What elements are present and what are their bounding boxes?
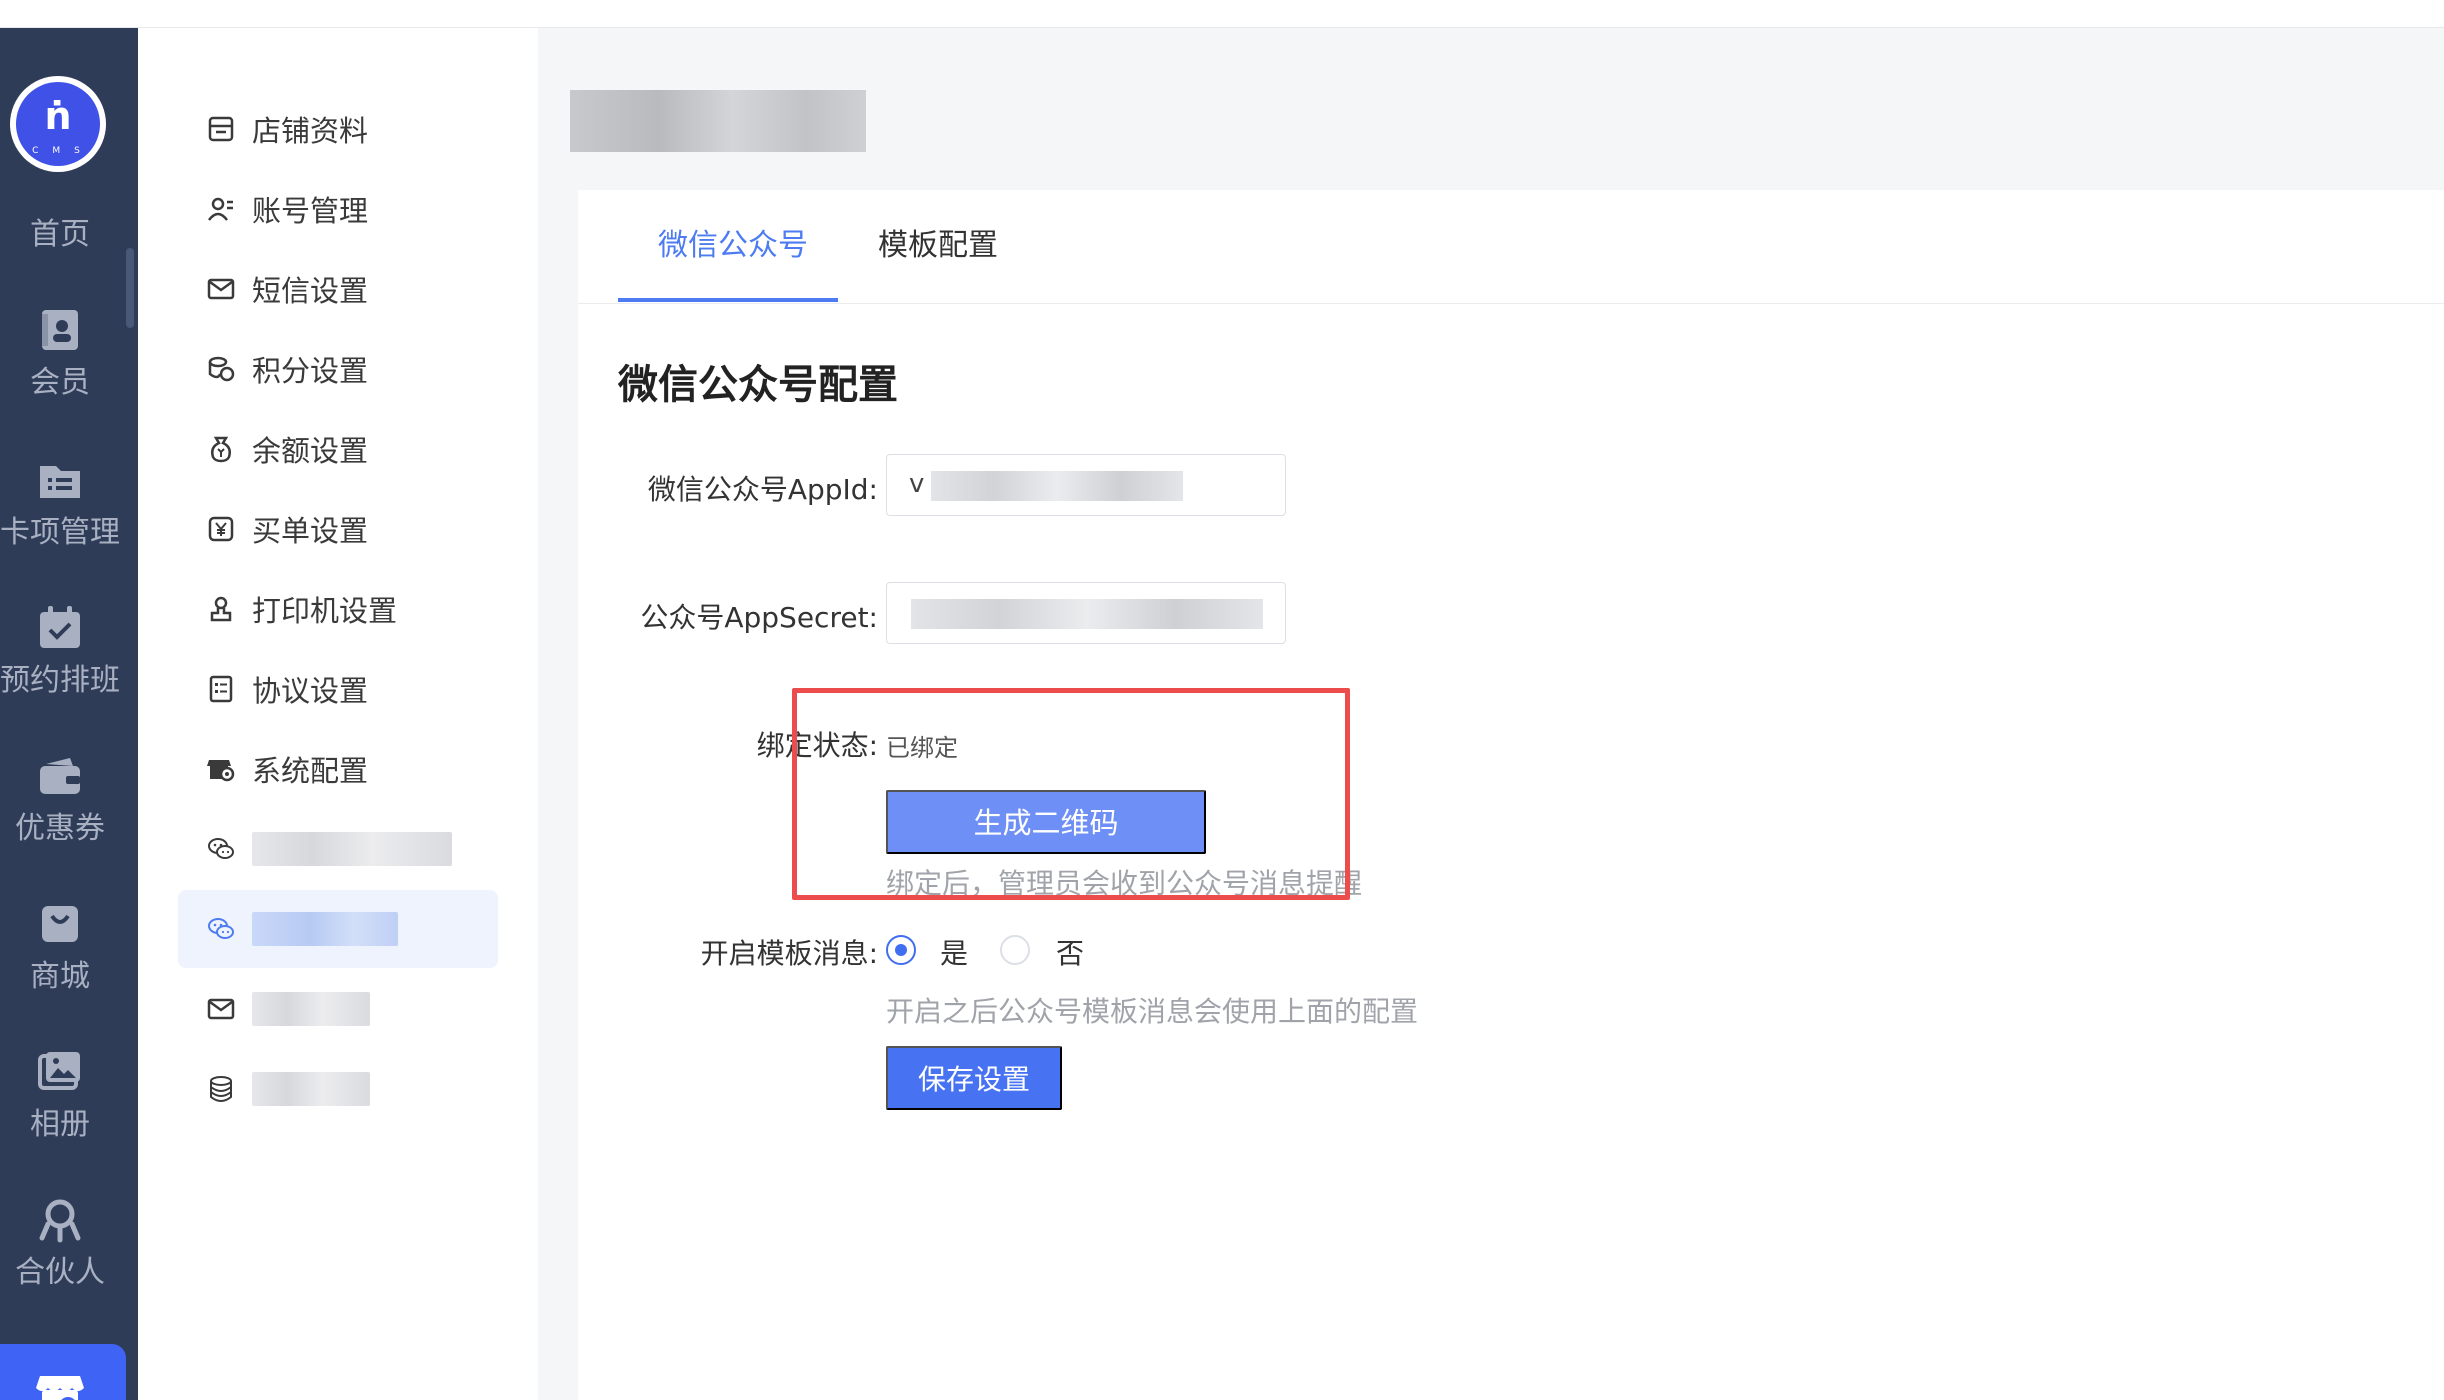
menu-label: 店铺资料 (252, 114, 369, 148)
partner-icon (39, 1199, 81, 1243)
menu-label: 打印机设置 (252, 594, 398, 628)
logo-badge: ṅ CMS (16, 82, 100, 166)
redacted-page-header (570, 90, 866, 152)
account-icon (208, 197, 233, 221)
store-icon (208, 116, 234, 142)
menu-item-sms[interactable]: 短信设置 (178, 260, 498, 318)
points-icon (208, 356, 235, 382)
main-nav: ṅ CMS 首页 会员 卡项管理 预约排班 优惠券 商城 相册 合伙人 (0, 28, 138, 1400)
tab-wechat-official[interactable]: 微信公众号 (658, 226, 808, 266)
nav-label: 优惠券 (15, 811, 105, 846)
calendar-check-icon (40, 606, 80, 648)
menu-item-points[interactable]: 积分设置 (178, 340, 498, 398)
menu-item-database-redacted[interactable] (178, 1060, 498, 1118)
browser-top-bar (0, 0, 2444, 28)
logo-mark: ṅ (44, 94, 72, 138)
redacted-label (252, 912, 398, 946)
settings-menu: 店铺资料 账号管理 短信设置 积分设置 余额设置 买单设置 打印机设置 协议设置… (138, 28, 538, 1400)
menu-label: 协议设置 (252, 674, 369, 708)
nav-item-booking[interactable]: 预约排班 (0, 602, 120, 698)
bind-status-value: 已绑定 (886, 734, 958, 762)
tab-template-config[interactable]: 模板配置 (878, 226, 998, 266)
nav-label: 首页 (30, 217, 90, 252)
menu-item-agreement[interactable]: 协议设置 (178, 660, 498, 718)
menu-item-wechat-official-active[interactable] (178, 890, 498, 968)
appid-value: v (909, 469, 925, 499)
wechat-icon (208, 838, 234, 859)
store-settings-icon (36, 1376, 84, 1400)
redacted-value (911, 599, 1263, 629)
menu-item-mail-redacted[interactable] (178, 980, 498, 1038)
menu-label: 短信设置 (252, 274, 369, 308)
shopping-bag-icon (42, 906, 78, 942)
nav-item-store-settings[interactable] (0, 1344, 126, 1400)
redacted-label (252, 992, 370, 1026)
menu-item-wechat-redacted[interactable] (178, 820, 498, 878)
appsecret-input[interactable] (886, 582, 1286, 644)
nav-label: 卡项管理 (0, 515, 120, 550)
agreement-icon (209, 675, 233, 703)
radio-yes[interactable] (886, 935, 916, 965)
member-icon (42, 310, 78, 350)
nav-label: 合伙人 (15, 1255, 105, 1290)
nav-scrollbar[interactable] (126, 248, 134, 328)
menu-item-store-info[interactable]: 店铺资料 (178, 100, 498, 158)
nav-item-partner[interactable]: 合伙人 (0, 1194, 120, 1290)
template-message-label: 开启模板消息: (700, 937, 878, 970)
menu-item-account[interactable]: 账号管理 (178, 180, 498, 238)
tab-active-indicator (618, 298, 838, 302)
redacted-value (931, 471, 1183, 501)
balance-icon (211, 436, 231, 463)
nav-item-member[interactable]: 会员 (0, 304, 120, 400)
save-settings-button[interactable]: 保存设置 (886, 1046, 1062, 1110)
nav-label: 商城 (30, 959, 90, 994)
appid-label: 微信公众号AppId: (647, 473, 878, 506)
menu-item-checkout[interactable]: 买单设置 (178, 500, 498, 558)
gallery-icon (38, 1052, 80, 1090)
redacted-label (252, 832, 452, 866)
radio-yes-label[interactable]: 是 (940, 932, 968, 972)
printer-icon (210, 596, 232, 622)
logo-sub: CMS (32, 146, 94, 156)
menu-label: 积分设置 (252, 354, 369, 388)
appid-input[interactable]: v (886, 454, 1286, 516)
template-hint: 开启之后公众号模板消息会使用上面的配置 (886, 995, 1419, 1028)
bind-status-label: 绑定状态: (756, 729, 878, 762)
nav-item-coupon[interactable]: 优惠券 (0, 750, 120, 846)
generate-qrcode-button[interactable]: 生成二维码 (886, 790, 1206, 854)
nav-item-home[interactable]: 首页 (0, 218, 120, 252)
bind-hint: 绑定后，管理员会收到公众号消息提醒 (886, 867, 1363, 900)
wechat-icon (208, 918, 234, 939)
coupon-wallet-icon (40, 758, 80, 794)
radio-no-label[interactable]: 否 (1056, 932, 1084, 972)
appsecret-label: 公众号AppSecret: (640, 601, 878, 634)
menu-label: 系统配置 (252, 754, 369, 788)
content-card: 微信公众号 模板配置 微信公众号配置 微信公众号AppId: v 公众号AppS… (578, 190, 2444, 1400)
database-icon (210, 1076, 232, 1102)
menu-label: 余额设置 (252, 434, 369, 468)
yen-icon (208, 516, 234, 542)
card-folder-icon (40, 466, 80, 498)
app-logo[interactable]: ṅ CMS (10, 76, 106, 172)
nav-item-gallery[interactable]: 相册 (0, 1046, 120, 1142)
nav-label: 预约排班 (0, 663, 120, 698)
mail-icon (207, 278, 235, 300)
radio-no[interactable] (1000, 935, 1030, 965)
menu-item-balance[interactable]: 余额设置 (178, 420, 498, 478)
mail-icon (207, 998, 235, 1020)
nav-item-cards[interactable]: 卡项管理 (0, 454, 120, 550)
menu-label: 买单设置 (252, 514, 369, 548)
section-title: 微信公众号配置 (618, 362, 898, 408)
nav-item-mall[interactable]: 商城 (0, 898, 120, 994)
nav-label: 相册 (30, 1107, 90, 1142)
menu-item-system[interactable]: 系统配置 (178, 740, 498, 798)
nav-label: 会员 (30, 365, 90, 400)
redacted-label (252, 1072, 370, 1106)
tab-bar: 微信公众号 模板配置 (578, 190, 2444, 304)
menu-label: 账号管理 (252, 194, 369, 228)
menu-item-printer[interactable]: 打印机设置 (178, 580, 498, 638)
system-icon (207, 760, 235, 782)
